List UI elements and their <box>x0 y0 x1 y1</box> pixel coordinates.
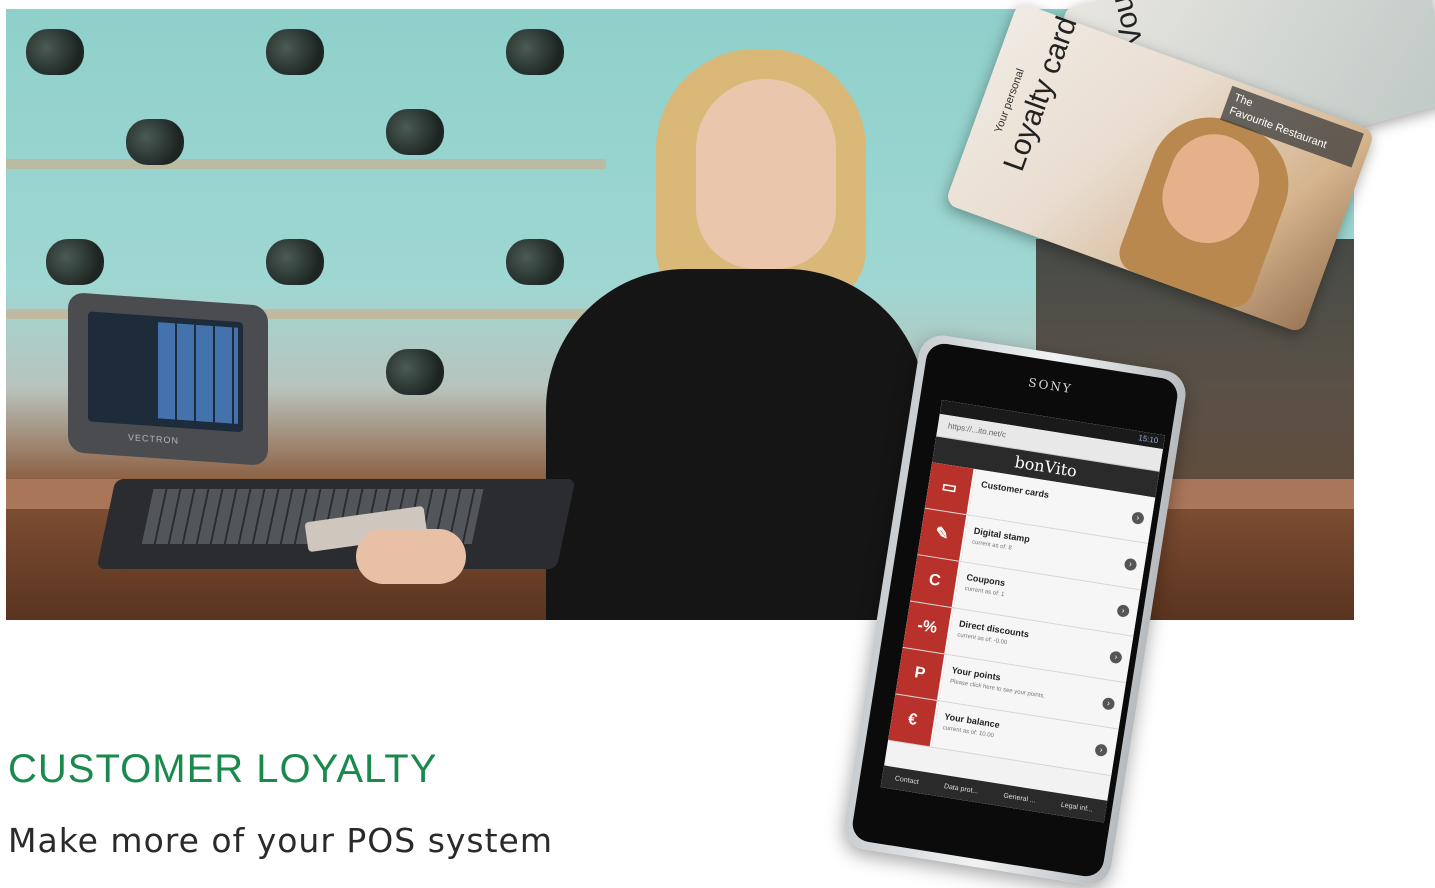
page-title: CUSTOMER LOYALTY <box>8 747 438 791</box>
chevron-right-icon: › <box>1123 557 1138 572</box>
menu-item-subtitle: current as of: 1 <box>964 585 1005 599</box>
chevron-right-icon: › <box>1101 696 1116 711</box>
coupon-icon: C <box>910 555 961 608</box>
wine-bottle <box>506 239 564 285</box>
pos-display <box>88 311 243 433</box>
wine-bottle <box>386 109 444 155</box>
shelf <box>6 159 606 169</box>
menu-item-subtitle: current as of: 8 <box>971 539 1013 552</box>
stamp-icon: ✎ <box>917 508 969 561</box>
woman-blouse <box>546 269 926 620</box>
pos-brand: VECTRON <box>128 432 180 446</box>
wine-bottle <box>266 239 324 285</box>
menu-item-title: Coupons <box>965 572 1006 589</box>
footer-link[interactable]: Legal inf... <box>1060 801 1093 813</box>
footer-link[interactable]: General ... <box>1003 792 1036 804</box>
woman-face <box>696 79 836 269</box>
footer-link[interactable]: Contact <box>894 775 919 786</box>
wine-bottle <box>46 239 104 285</box>
status-time: 15:10 <box>1137 433 1159 446</box>
points-icon: P <box>895 647 947 701</box>
chevron-right-icon: › <box>1131 511 1145 525</box>
pos-terminal: VECTRON <box>68 292 268 466</box>
menu-item-title: Customer cards <box>980 479 1050 500</box>
app-menu: ▭ Customer cards › ✎ Digital stamp current as… <box>887 462 1156 777</box>
wine-bottle <box>26 29 84 75</box>
wine-bottle <box>126 119 184 165</box>
balance-icon: € <box>888 694 939 747</box>
pos-touch-keys <box>158 322 238 424</box>
wine-bottle <box>506 29 564 75</box>
chevron-right-icon: › <box>1116 604 1131 618</box>
wine-bottle <box>386 349 444 395</box>
app-footer: Contact Data prot... General ... Legal inf.… <box>880 765 1108 823</box>
card-icon: ▭ <box>924 462 976 515</box>
discount-icon: -% <box>902 601 954 654</box>
page-subtitle: Make more of your POS system <box>8 821 553 860</box>
footer-link[interactable]: Data prot... <box>943 783 978 795</box>
woman-hand <box>356 529 466 584</box>
wine-bottle <box>266 29 324 75</box>
chevron-right-icon: › <box>1108 650 1123 665</box>
chevron-right-icon: › <box>1094 743 1108 758</box>
